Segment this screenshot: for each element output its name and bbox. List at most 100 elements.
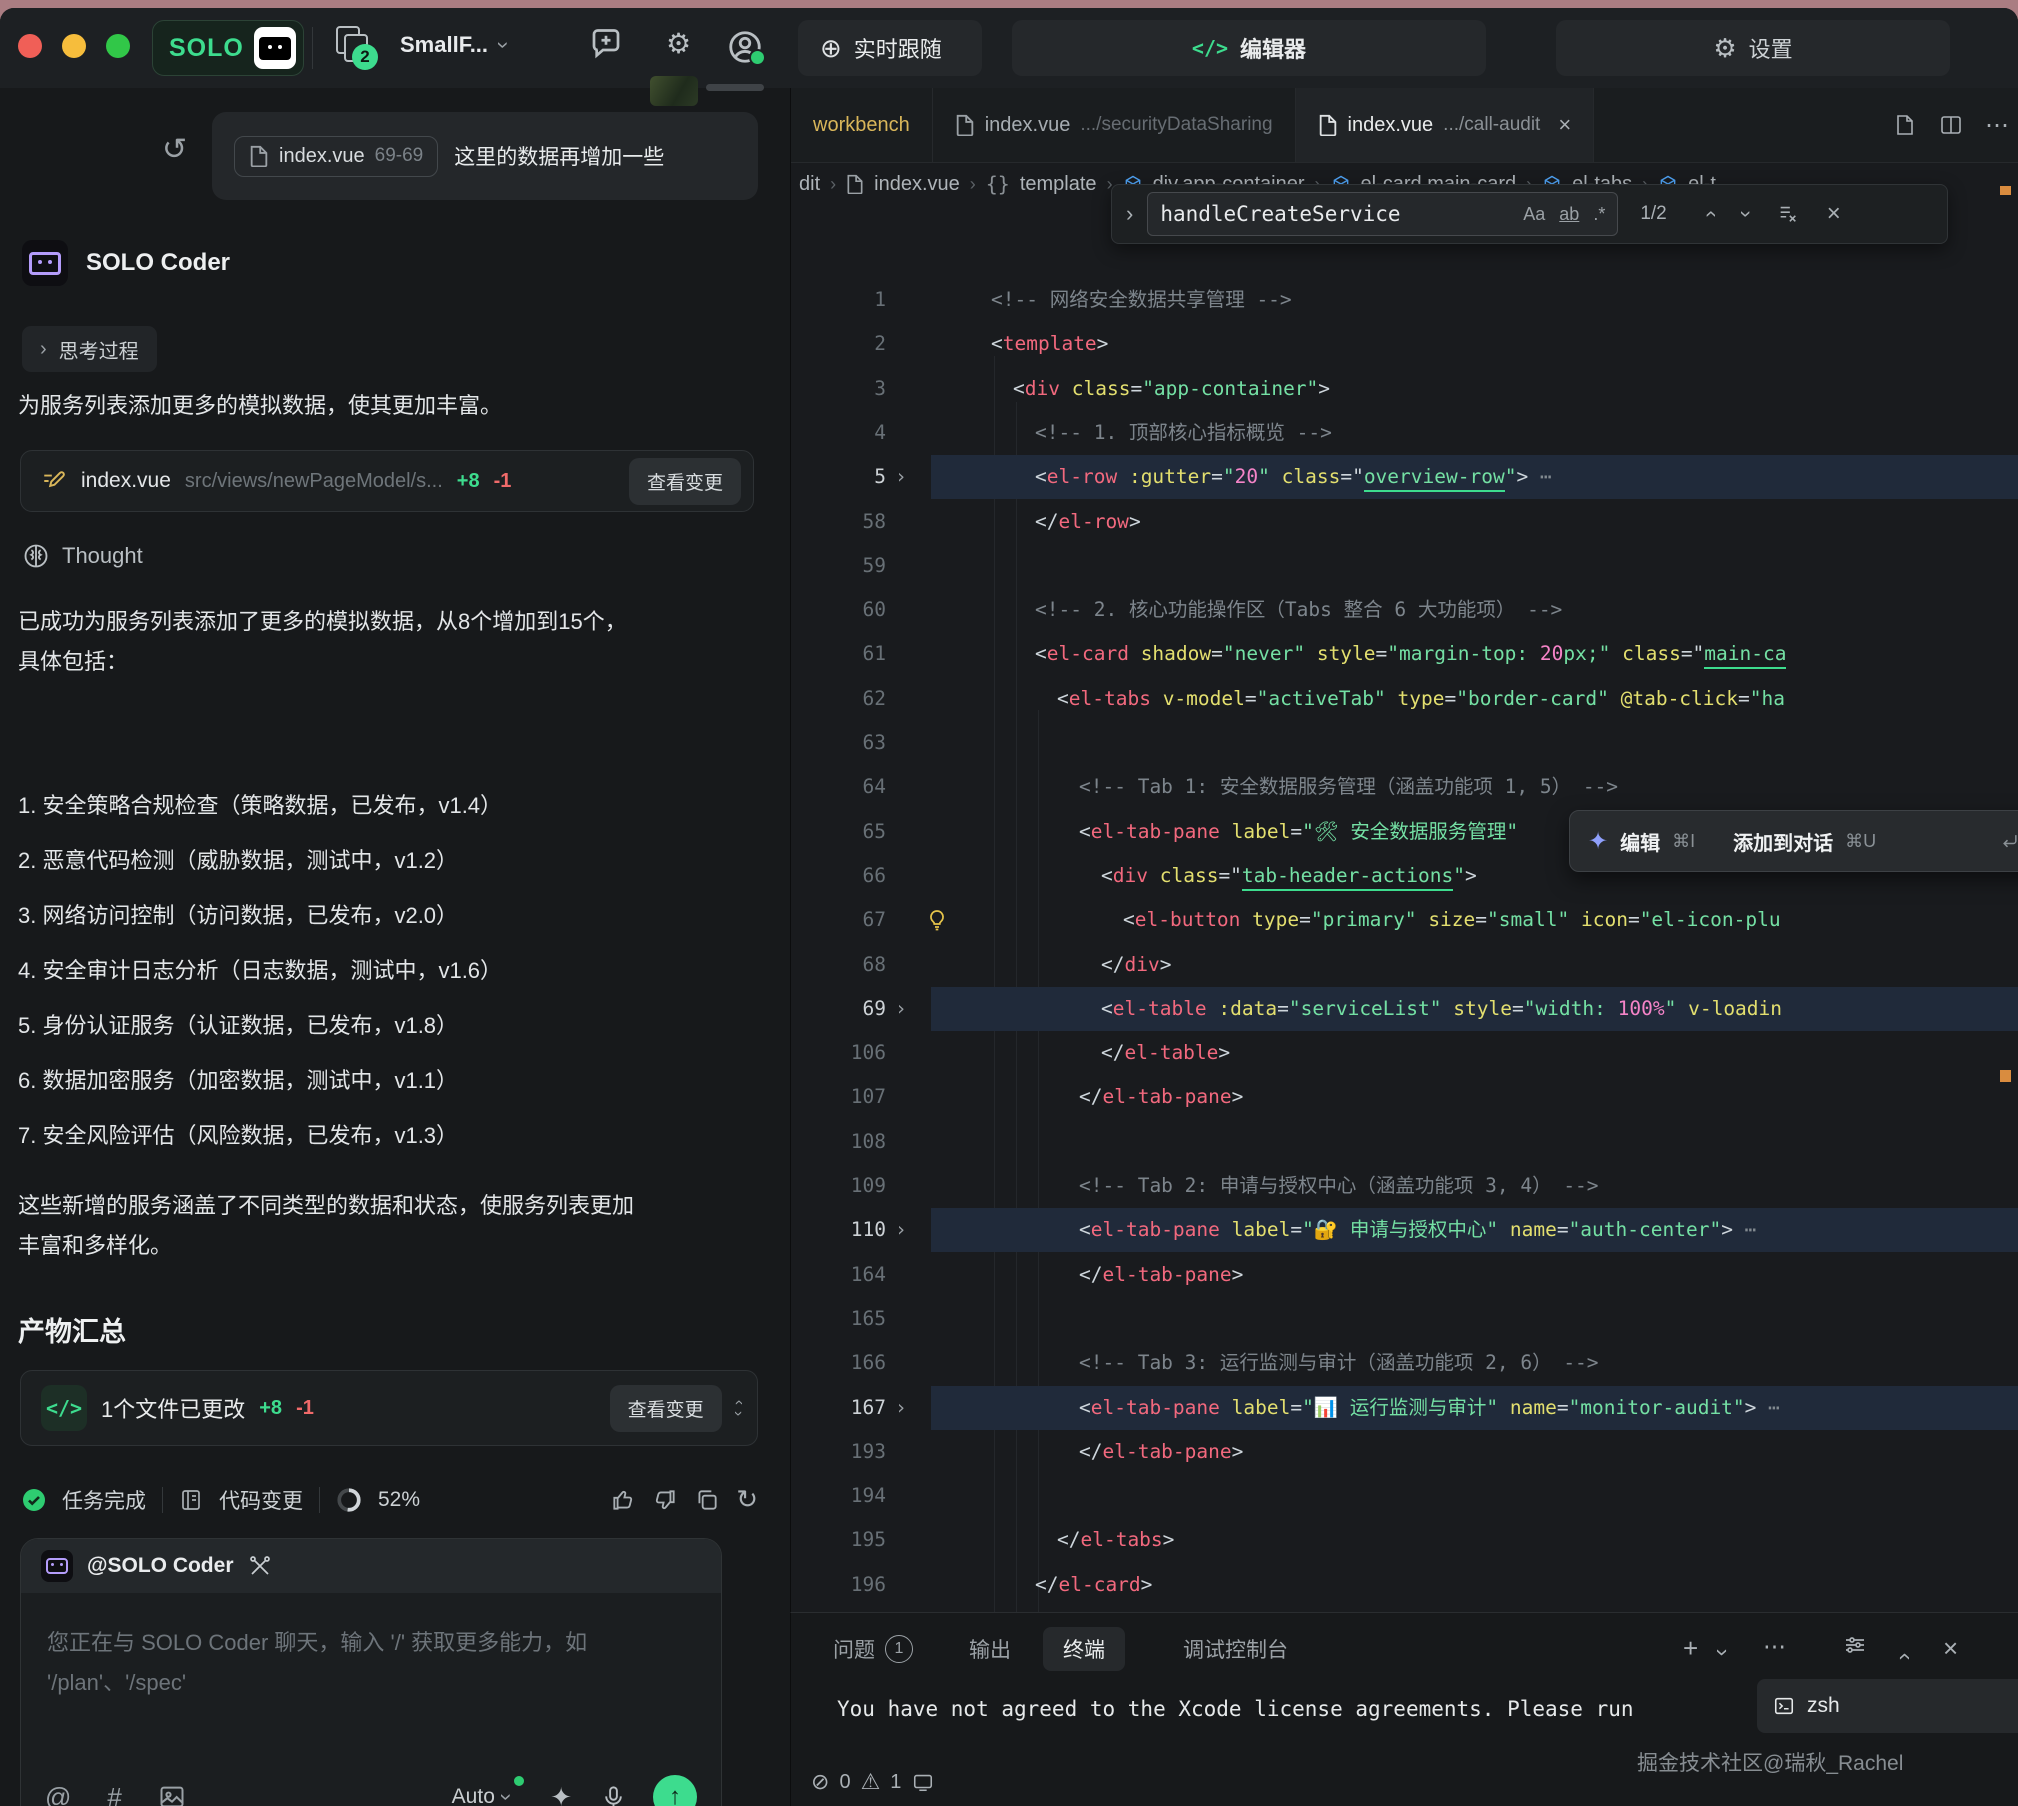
code-line-61[interactable]: 61<el-card shadow="never" style="margin-… <box>791 632 2018 676</box>
code-area[interactable]: 1<!-- 网络安全数据共享管理 -->2<template>3<div cla… <box>791 206 2018 1612</box>
zoom-window-button[interactable] <box>106 34 130 58</box>
split-editor-icon[interactable] <box>1939 113 1963 137</box>
code-line-2[interactable]: 2<template> <box>791 322 2018 366</box>
code-line-194[interactable]: 194 <box>791 1474 2018 1518</box>
fold-arrow-icon[interactable]: › <box>895 455 907 499</box>
terminal-profile-dropdown-icon[interactable]: › <box>1709 1649 1736 1657</box>
fold-arrow-icon[interactable]: › <box>895 1208 907 1252</box>
edit-action[interactable]: 编辑 <box>1620 827 1660 856</box>
code-line-110[interactable]: 110›<el-tab-pane label="🔐 申请与授权中心" name=… <box>791 1208 2018 1252</box>
chat-input-placeholder[interactable]: 您正在与 SOLO Coder 聊天，输入 '/' 获取更多能力，如'/plan… <box>47 1623 587 1703</box>
image-icon[interactable] <box>158 1783 186 1806</box>
close-tab-icon[interactable]: × <box>1558 112 1571 138</box>
view-changes-button[interactable]: 查看变更 <box>610 1385 722 1432</box>
code-line-106[interactable]: 106</el-table> <box>791 1031 2018 1075</box>
terminal-session-item[interactable]: zsh <box>1757 1679 2018 1733</box>
breadcrumb-item[interactable]: template <box>1020 173 1097 196</box>
settings-view-tab[interactable]: ⚙ 设置 <box>1556 20 1950 76</box>
code-line-107[interactable]: 107</el-tab-pane> <box>791 1075 2018 1119</box>
code-line-165[interactable]: 165 <box>791 1297 2018 1341</box>
sparkle-icon[interactable]: ✦ <box>550 1782 572 1806</box>
thumbs-up-icon[interactable] <box>610 1487 636 1513</box>
match-case-toggle[interactable]: Aa <box>1523 204 1545 225</box>
view-changes-button[interactable]: 查看变更 <box>629 458 741 505</box>
collapse-find-icon[interactable]: › <box>1112 201 1147 227</box>
code-line-193[interactable]: 193</el-tab-pane> <box>791 1430 2018 1474</box>
code-line-108[interactable]: 108 <box>791 1120 2018 1164</box>
code-line-164[interactable]: 164</el-tab-pane> <box>791 1253 2018 1297</box>
refresh-icon[interactable]: ↻ <box>736 1484 758 1515</box>
close-window-button[interactable] <box>18 34 42 58</box>
code-line-196[interactable]: 196</el-card> <box>791 1563 2018 1607</box>
terminal-tab[interactable]: 终端 <box>1043 1627 1125 1671</box>
expand-collapse-icon[interactable]: ›› <box>736 1397 741 1419</box>
output-tab[interactable]: 输出 <box>969 1627 1011 1671</box>
code-line-195[interactable]: 195</el-tabs> <box>791 1518 2018 1562</box>
status-bar[interactable]: ⊘ 0 ⚠ 1 <box>811 1769 935 1795</box>
file-change-card[interactable]: index.vue src/views/newPageModel/s... +8… <box>20 450 754 512</box>
previous-match-icon[interactable]: › <box>1698 211 1722 218</box>
whole-word-toggle[interactable]: ab <box>1559 204 1579 225</box>
filter-sliders-icon[interactable] <box>1843 1633 1867 1657</box>
new-file-icon[interactable] <box>1893 113 1917 137</box>
mention-icon[interactable]: @ <box>45 1782 71 1806</box>
tab-index-vue-security[interactable]: index.vue .../securityDataSharing <box>933 88 1296 162</box>
maximize-panel-icon[interactable]: › <box>1889 1653 1916 1661</box>
send-button[interactable]: ↑ <box>653 1775 697 1806</box>
account-icon[interactable] <box>726 28 764 66</box>
regex-toggle[interactable]: .* <box>1593 204 1605 225</box>
new-terminal-icon[interactable]: + <box>1683 1633 1698 1664</box>
code-line-59[interactable]: 59 <box>791 544 2018 588</box>
thought-section-header[interactable]: Thought <box>22 542 143 570</box>
code-line-60[interactable]: 60<!-- 2. 核心功能操作区（Tabs 整合 6 大功能项） --> <box>791 588 2018 632</box>
code-line-3[interactable]: 3<div class="app-container"> <box>791 367 2018 411</box>
breadcrumb-item[interactable]: index.vue <box>874 173 960 196</box>
artifacts-card[interactable]: </> 1个文件已更改 +8 -1 查看变更 ›› <box>20 1370 758 1446</box>
code-line-64[interactable]: 64<!-- Tab 1: 安全数据服务管理（涵盖功能项 1, 5） --> <box>791 765 2018 809</box>
code-line-4[interactable]: 4<!-- 1. 顶部核心指标概览 --> <box>791 411 2018 455</box>
code-line-166[interactable]: 166<!-- Tab 3: 运行监测与审计（涵盖功能项 2, 6） --> <box>791 1341 2018 1385</box>
tab-index-vue-call-audit[interactable]: index.vue .../call-audit × <box>1296 88 1595 162</box>
add-to-chat-action[interactable]: 添加到对话 <box>1733 827 1833 856</box>
model-mode-select[interactable]: Auto › <box>452 1784 511 1806</box>
problems-tab[interactable]: 问题 1 <box>833 1627 913 1671</box>
solo-mode-badge[interactable]: SOLO <box>152 20 304 76</box>
undo-icon[interactable]: ↺ <box>162 132 187 167</box>
insert-at-cursor-icon[interactable] <box>2000 831 2018 851</box>
project-switcher[interactable]: SmallF... › <box>400 32 507 58</box>
breadcrumb-item[interactable]: dit <box>799 173 820 196</box>
code-line-62[interactable]: 62<el-tabs v-model="activeTab" type="bor… <box>791 677 2018 721</box>
more-actions-icon[interactable]: ⋯ <box>1985 111 2009 140</box>
debug-console-tab[interactable]: 调试控制台 <box>1183 1627 1288 1671</box>
follow-button[interactable]: ⊕ 实时跟随 <box>798 20 982 76</box>
code-line-67[interactable]: 67<el-button type="primary" size="small"… <box>791 898 2018 942</box>
close-panel-icon[interactable]: × <box>1943 1633 1958 1664</box>
code-line-63[interactable]: 63 <box>791 721 2018 765</box>
tab-workbench[interactable]: workbench <box>791 88 933 162</box>
more-actions-icon[interactable]: ⋯ <box>1763 1633 1786 1660</box>
editor-view-tab[interactable]: </> 编辑器 <box>1012 20 1486 76</box>
code-line-109[interactable]: 109<!-- Tab 2: 申请与授权中心（涵盖功能项 3, 4） --> <box>791 1164 2018 1208</box>
code-change-label[interactable]: 代码变更 <box>219 1485 303 1515</box>
close-find-icon[interactable]: × <box>1827 200 1841 228</box>
thinking-process-toggle[interactable]: › 思考过程 <box>22 326 157 372</box>
code-line-167[interactable]: 167›<el-tab-pane label="📊 运行监测与审计" name=… <box>791 1386 2018 1430</box>
context-tag-icon[interactable]: # <box>107 1782 121 1806</box>
fold-arrow-icon[interactable]: › <box>895 987 907 1031</box>
code-line-1[interactable]: 1<!-- 网络安全数据共享管理 --> <box>791 278 2018 322</box>
minimize-window-button[interactable] <box>62 34 86 58</box>
code-line-69[interactable]: 69›<el-table :data="serviceList" style="… <box>791 987 2018 1031</box>
project-windows-icon[interactable]: 2 <box>336 26 396 72</box>
code-line-68[interactable]: 68</div> <box>791 943 2018 987</box>
new-chat-icon[interactable] <box>588 26 624 62</box>
file-reference-pill[interactable]: index.vue 69-69 <box>234 136 438 177</box>
next-match-icon[interactable]: › <box>1733 211 1757 218</box>
settings-gear-icon[interactable]: ⚙ <box>666 30 691 58</box>
fold-arrow-icon[interactable]: › <box>895 1386 907 1430</box>
copy-icon[interactable] <box>694 1487 720 1513</box>
code-line-5[interactable]: 5›<el-row :gutter="20" class="overview-r… <box>791 455 2018 499</box>
mic-icon[interactable] <box>600 1784 627 1806</box>
chat-input-container[interactable]: @SOLO Coder 您正在与 SOLO Coder 聊天，输入 '/' 获取… <box>20 1538 722 1806</box>
code-line-58[interactable]: 58</el-row> <box>791 500 2018 544</box>
find-in-selection-icon[interactable] <box>1777 203 1799 225</box>
